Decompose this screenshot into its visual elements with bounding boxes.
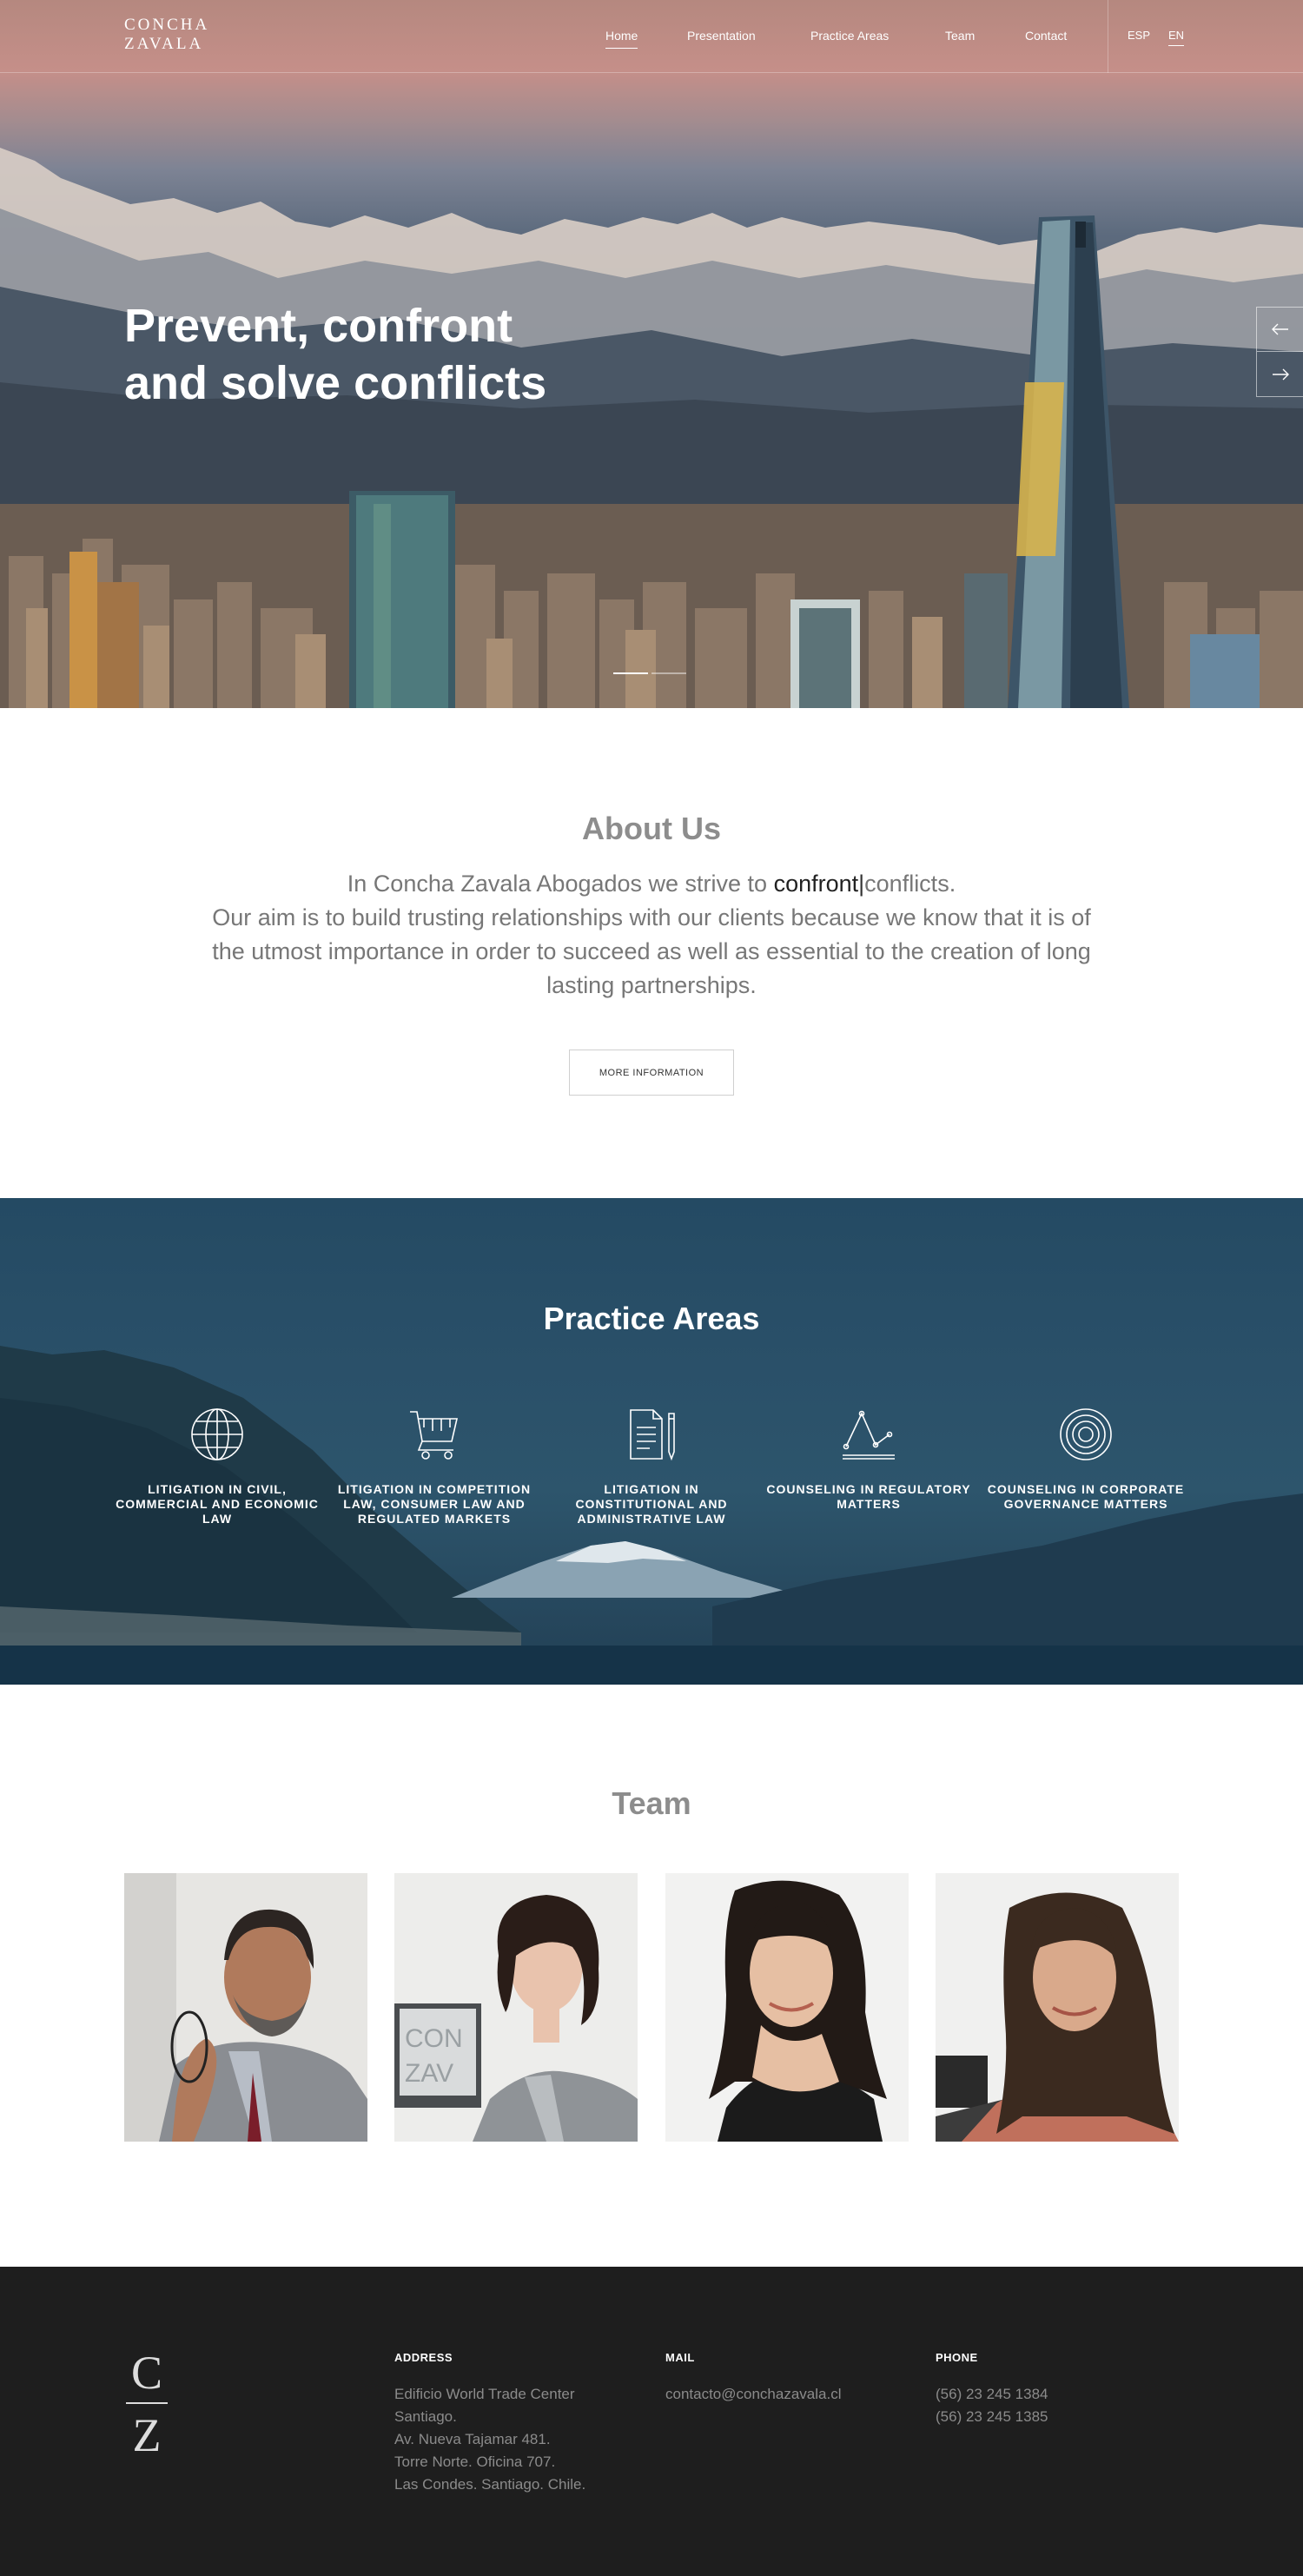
- about-text: In Concha Zavala Abogados we strive to c…: [208, 867, 1095, 1003]
- logo[interactable]: CONCHA ZAVALA: [124, 16, 209, 54]
- top-navigation-bar: CONCHA ZAVALA Home Presentation Practice…: [0, 0, 1303, 73]
- practice-areas-section: Practice Areas LITIGATION IN CIVIL, COMM…: [0, 1198, 1303, 1685]
- about-section: About Us In Concha Zavala Abogados we st…: [0, 708, 1303, 1198]
- slider-pagination: [613, 663, 690, 679]
- practice-item-label: LITIGATION IN CONSTITUTIONAL AND ADMINIS…: [575, 1482, 728, 1526]
- more-information-button[interactable]: MORE INFORMATION: [569, 1050, 734, 1096]
- footer-logo-divider: [126, 2402, 168, 2404]
- arrow-left-icon: [1271, 323, 1288, 335]
- svg-text:ZAV: ZAV: [405, 2059, 453, 2088]
- practice-item-regulatory[interactable]: COUNSELING IN REGULATORY MATTERS: [764, 1407, 973, 1512]
- slider-dot-1[interactable]: [613, 672, 648, 674]
- footer-logo-c: C: [130, 2347, 163, 2399]
- about-text-highlight: confront: [773, 871, 859, 897]
- hero-section: CONCHA ZAVALA Home Presentation Practice…: [0, 0, 1303, 708]
- mail-title: MAIL: [665, 2351, 695, 2364]
- globe-icon: [191, 1408, 243, 1460]
- practice-item-corporate[interactable]: COUNSELING IN CORPORATE GOVERNANCE MATTE…: [982, 1407, 1190, 1512]
- hero-title: Prevent, confront and solve conflicts: [124, 297, 663, 412]
- phone-link-2[interactable]: (56) 23 245 1385: [936, 2406, 1048, 2428]
- mail-link[interactable]: contacto@conchazavala.cl: [665, 2386, 841, 2402]
- address-line: Santiago.: [394, 2408, 457, 2425]
- logo-line-1: CONCHA: [124, 16, 210, 34]
- team-member-3-image: [665, 1873, 909, 2142]
- team-member-2-image: CON ZAV: [394, 1873, 638, 2142]
- footer-phone: PHONE (56) 23 245 1384 (56) 23 245 1385: [936, 2351, 1048, 2428]
- practice-item-competition[interactable]: LITIGATION IN COMPETITION LAW, CONSUMER …: [330, 1407, 539, 1526]
- target-icon: [1060, 1408, 1112, 1460]
- team-title: Team: [612, 1785, 691, 1821]
- language-en[interactable]: EN: [1168, 29, 1185, 46]
- language-esp[interactable]: ESP: [1128, 29, 1150, 42]
- practice-item-label: LITIGATION IN CIVIL, COMMERCIAL AND ECON…: [116, 1482, 319, 1526]
- nav-presentation[interactable]: Presentation: [687, 29, 756, 43]
- address-line: Av. Nueva Tajamar 481.: [394, 2431, 551, 2447]
- practice-areas-title: Practice Areas: [543, 1301, 760, 1336]
- svg-text:CON: CON: [405, 2024, 463, 2053]
- address-line: Las Condes. Santiago. Chile.: [394, 2476, 586, 2493]
- line-chart-icon: [843, 1410, 895, 1460]
- nav-team[interactable]: Team: [945, 29, 975, 43]
- team-member-photo-3[interactable]: [665, 1873, 909, 2142]
- address-line: Torre Norte. Oficina 707.: [394, 2453, 556, 2470]
- nav-practice-areas[interactable]: Practice Areas: [810, 29, 889, 43]
- address-line: Edificio World Trade Center: [394, 2386, 575, 2402]
- address-title: ADDRESS: [394, 2351, 453, 2364]
- hero-title-line-2: and solve conflicts: [124, 357, 547, 409]
- practice-item-label: COUNSELING IN REGULATORY MATTERS: [766, 1482, 971, 1511]
- document-pen-icon: [630, 1409, 675, 1461]
- nav-home[interactable]: Home: [605, 29, 638, 49]
- team-member-photo-2[interactable]: CON ZAV: [394, 1873, 638, 2142]
- arrow-right-icon: [1272, 368, 1289, 380]
- logo-line-2: ZAVALA: [124, 35, 204, 53]
- slider-next-button[interactable]: [1256, 352, 1303, 397]
- shopping-cart-icon: [410, 1411, 459, 1460]
- hero-title-line-1: Prevent, confront: [124, 300, 513, 352]
- team-member-photo-4[interactable]: [936, 1873, 1179, 2142]
- about-text-end: conflicts.: [864, 871, 956, 897]
- nav-contact[interactable]: Contact: [1025, 29, 1067, 43]
- slider-controls: [1256, 307, 1303, 397]
- footer: C Z ADDRESS Edificio World Trade Center …: [0, 2267, 1303, 2576]
- about-text-body: Our aim is to build trusting relationshi…: [212, 904, 1091, 998]
- slider-prev-button[interactable]: [1256, 307, 1303, 352]
- footer-logo[interactable]: C Z: [124, 2347, 169, 2461]
- team-member-1-image: [124, 1873, 367, 2142]
- team-member-photo-1[interactable]: [124, 1873, 367, 2142]
- practice-item-label: COUNSELING IN CORPORATE GOVERNANCE MATTE…: [987, 1482, 1185, 1511]
- footer-address: ADDRESS Edificio World Trade Center Sant…: [394, 2351, 585, 2496]
- footer-logo-z: Z: [132, 2409, 162, 2461]
- practice-item-constitutional[interactable]: LITIGATION IN CONSTITUTIONAL AND ADMINIS…: [547, 1407, 756, 1526]
- practice-item-label: LITIGATION IN COMPETITION LAW, CONSUMER …: [337, 1482, 532, 1526]
- team-section: Team CON ZAV: [0, 1685, 1303, 2267]
- phone-title: PHONE: [936, 2351, 978, 2364]
- practice-item-civil[interactable]: LITIGATION IN CIVIL, COMMERCIAL AND ECON…: [113, 1407, 321, 1526]
- team-member-4-image: [936, 1873, 1179, 2142]
- about-title: About Us: [582, 811, 721, 846]
- footer-mail: MAIL contacto@conchazavala.cl: [665, 2351, 841, 2406]
- slider-dot-2[interactable]: [652, 672, 686, 674]
- about-text-intro: In Concha Zavala Abogados we strive to: [347, 871, 774, 897]
- phone-link-1[interactable]: (56) 23 245 1384: [936, 2383, 1048, 2406]
